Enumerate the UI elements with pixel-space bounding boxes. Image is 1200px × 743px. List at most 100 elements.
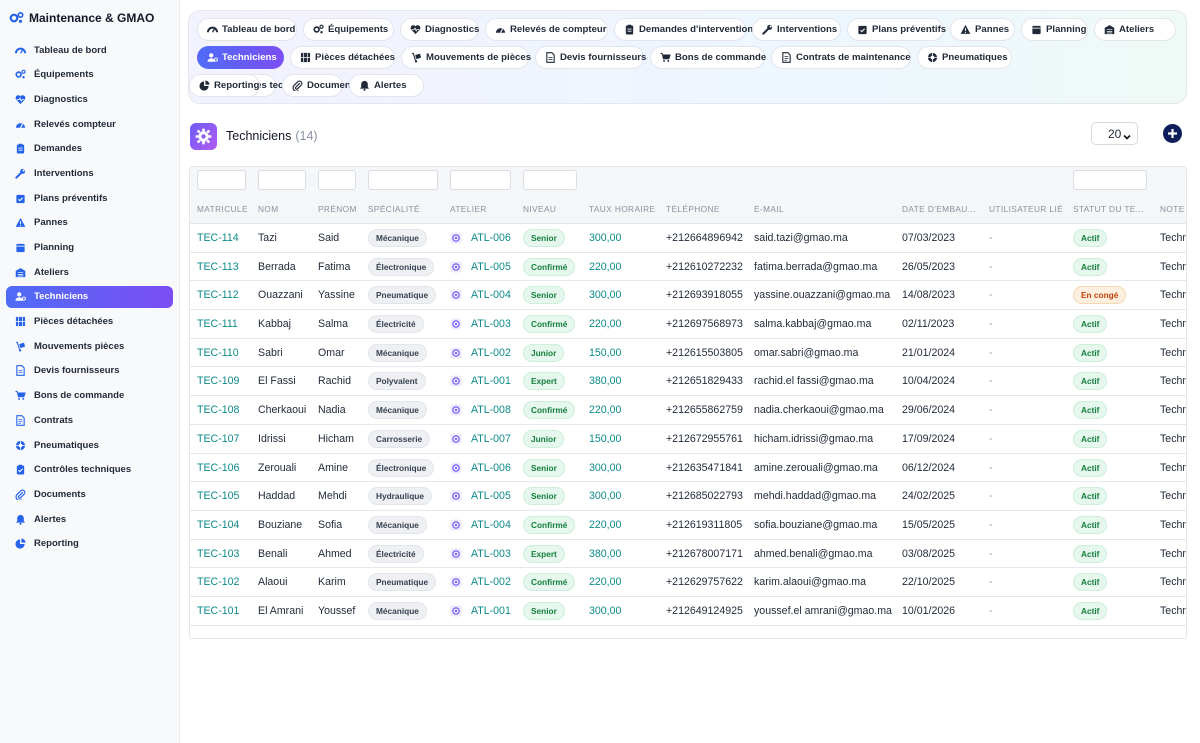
sidebar-item-user-gear[interactable]: Techniciens [6,285,173,308]
atelier-cell[interactable]: ATL-008 [450,396,511,424]
tab-boxes[interactable]: Pièces détachées [290,46,395,69]
page-size-select[interactable]: 20 [1091,122,1138,145]
matricule-link[interactable]: TEC-112 [197,281,239,309]
table-row[interactable]: TEC-111 Kabbaj Salma Électricité ATL-003… [190,310,1186,339]
tab-dolly[interactable]: Mouvements de pièces [401,46,531,69]
atelier-link[interactable]: ATL-005 [471,261,511,273]
column-header[interactable]: MATRICULE [197,204,252,214]
table-row[interactable]: TEC-109 El Fassi Rachid Polyvalent ATL-0… [190,367,1186,397]
column-header[interactable]: E-MAIL [754,204,894,214]
atelier-cell[interactable]: ATL-001 [450,597,511,625]
table-row[interactable]: TEC-113 Berrada Fatima Électronique ATL-… [190,253,1186,282]
sidebar-item-clipboard[interactable]: Demandes [6,138,173,160]
tab-warehouse[interactable]: Ateliers [1094,18,1176,41]
matricule-link[interactable]: TEC-113 [197,253,239,281]
sidebar-item-tire[interactable]: Pneumatiques [6,434,173,456]
tab-user-gear[interactable]: Techniciens [197,46,284,69]
atelier-link[interactable]: ATL-001 [471,605,511,617]
column-header[interactable]: UTILISATEUR LIÉ [989,204,1069,214]
table-row[interactable]: TEC-101 El Amrani Youssef Mécanique ATL-… [190,597,1186,626]
table-row[interactable]: TEC-110 Sabri Omar Mécanique ATL-002 Jun… [190,339,1186,368]
matricule-link[interactable]: TEC-108 [197,396,239,424]
sidebar-item-bell[interactable]: Alertes [6,508,173,530]
brand[interactable]: Maintenance & GMAO [0,1,179,35]
tab-file-contract[interactable]: Contrats de maintenance [771,46,911,69]
atelier-cell[interactable]: ATL-002 [450,568,511,596]
column-header[interactable]: TÉLÉPHONE [666,204,748,214]
tab-wrench[interactable]: Interventions [752,18,841,41]
sidebar-item-boxes[interactable]: Pièces détachées [6,311,173,333]
filter-specialite-input[interactable] [368,170,438,190]
matricule-link[interactable]: TEC-105 [197,482,239,510]
tab-heart-pulse[interactable]: Diagnostics [400,18,479,41]
matricule-link[interactable]: TEC-110 [197,339,239,367]
matricule-link[interactable]: TEC-101 [197,597,239,625]
atelier-cell[interactable]: ATL-007 [450,425,511,453]
atelier-link[interactable]: ATL-003 [471,318,511,330]
atelier-link[interactable]: ATL-006 [471,232,511,244]
atelier-link[interactable]: ATL-005 [471,490,511,502]
filter-nom-input[interactable] [258,170,306,190]
tab-tire[interactable]: Pneumatiques [917,46,1012,69]
column-header[interactable]: DATE D'EMBAU... [902,204,982,214]
atelier-link[interactable]: ATL-002 [471,576,511,588]
matricule-link[interactable]: TEC-103 [197,540,239,568]
atelier-cell[interactable]: ATL-004 [450,511,511,539]
tab-paperclip[interactable]: Documents [282,74,359,97]
tab-bell[interactable]: Alertes [349,74,424,97]
matricule-link[interactable]: TEC-109 [197,367,239,395]
tab-dashboard[interactable]: Tableau de bord [197,18,297,41]
tab-cart[interactable]: Bons de commande [650,46,766,69]
filter-atelier-input[interactable] [450,170,511,190]
table-row[interactable]: TEC-104 Bouziane Sofia Mécanique ATL-004… [190,511,1186,540]
sidebar-item-gears[interactable]: Équipements [6,64,173,86]
sidebar-item-file-invoice[interactable]: Devis fournisseurs [6,360,173,382]
atelier-cell[interactable]: ATL-003 [450,540,511,568]
sidebar-item-calendar[interactable]: Planning [6,237,173,259]
table-row[interactable]: TEC-102 Alaoui Karim Pneumatique ATL-002… [190,568,1186,597]
table-row[interactable]: TEC-107 Idrissi Hicham Carrosserie ATL-0… [190,425,1186,454]
tab-gears[interactable]: Équipements [303,18,394,41]
column-header[interactable]: NIVEAU [523,204,583,214]
atelier-link[interactable]: ATL-002 [471,347,511,359]
add-technician-button[interactable] [1163,124,1182,143]
table-row[interactable]: TEC-112 Ouazzani Yassine Pneumatique ATL… [190,281,1186,311]
column-header[interactable]: STATUT DU TE... [1073,204,1153,214]
column-header[interactable]: NOM [258,204,313,214]
column-header[interactable]: PRÉNOM [318,204,363,214]
atelier-link[interactable]: ATL-008 [471,404,511,416]
filter-prenom-input[interactable] [318,170,356,190]
tab-gauge[interactable]: Relevés de compteur [485,18,608,41]
tab-warning[interactable]: Pannes [950,18,1015,41]
matricule-link[interactable]: TEC-106 [197,454,239,482]
atelier-link[interactable]: ATL-007 [471,433,511,445]
matricule-link[interactable]: TEC-114 [197,224,239,252]
table-row[interactable]: TEC-114 Tazi Said Mécanique ATL-006 Seni… [190,224,1186,253]
sidebar-item-calendar-check[interactable]: Plans préventifs [6,187,173,209]
sidebar-item-heart-pulse[interactable]: Diagnostics [6,88,173,110]
tab-clipboard[interactable]: Demandes d'intervention [614,18,753,41]
filter-niveau-input[interactable] [523,170,577,190]
atelier-link[interactable]: ATL-006 [471,462,511,474]
sidebar-item-file-contract[interactable]: Contrats [6,409,173,431]
sidebar-item-cart[interactable]: Bons de commande [6,385,173,407]
tab-calendar[interactable]: Planning [1021,18,1088,41]
atelier-link[interactable]: ATL-001 [471,375,511,387]
atelier-cell[interactable]: ATL-006 [450,224,511,252]
sidebar-item-clipboard-check[interactable]: Contrôles techniques [6,459,173,481]
filter-matricule-input[interactable] [197,170,246,190]
atelier-cell[interactable]: ATL-001 [450,367,511,395]
matricule-link[interactable]: TEC-107 [197,425,239,453]
atelier-link[interactable]: ATL-004 [471,289,511,301]
column-header[interactable]: TAUX HORAIRE [589,204,661,214]
filter-statut-input[interactable] [1073,170,1147,190]
column-header[interactable]: NOTE [1160,204,1186,214]
tab-calendar-check[interactable]: Plans préventifs [847,18,946,41]
sidebar-item-dashboard[interactable]: Tableau de bord [6,39,173,61]
table-row[interactable]: TEC-108 Cherkaoui Nadia Mécanique ATL-00… [190,396,1186,425]
column-header[interactable]: SPÉCIALITÉ [368,204,443,214]
table-row[interactable]: TEC-103 Benali Ahmed Électricité ATL-003… [190,540,1186,569]
matricule-link[interactable]: TEC-102 [197,568,239,596]
atelier-cell[interactable]: ATL-002 [450,339,511,367]
sidebar-item-paperclip[interactable]: Documents [6,483,173,505]
